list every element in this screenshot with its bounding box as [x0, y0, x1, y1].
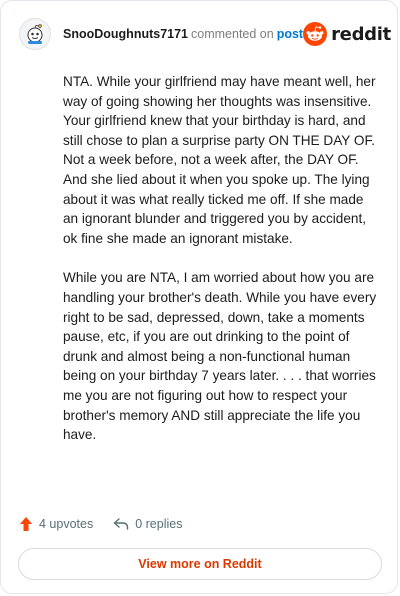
commented-on-text: commented on: [191, 26, 274, 41]
replies-count: 0 replies: [135, 517, 183, 531]
comment-footer: 4 upvotes 0 replies: [19, 513, 182, 535]
avatar[interactable]: [19, 18, 51, 50]
reddit-logo[interactable]: reddit: [303, 22, 391, 46]
snoo-avatar-icon: [27, 24, 43, 44]
reply-arrow-icon: [114, 518, 129, 530]
comment-header: SnooDoughnuts7171 commented on post reddit: [19, 17, 391, 51]
comment-embed-card: SnooDoughnuts7171 commented on post reddit…: [0, 0, 398, 594]
comment-body: NTA. While your girlfriend may have mean…: [63, 72, 381, 465]
comment-paragraph-2: While you are NTA, I am worried about ho…: [63, 270, 377, 443]
comment-meta: SnooDoughnuts7171 commented on post: [63, 28, 303, 41]
reddit-wordmark: reddit: [331, 23, 391, 45]
view-more-on-reddit-button[interactable]: View more on Reddit: [18, 548, 382, 580]
post-link[interactable]: post: [277, 27, 303, 41]
replies-stat[interactable]: 0 replies: [113, 517, 182, 531]
upvotes-stat[interactable]: 4 upvotes: [19, 516, 93, 532]
comment-paragraph-1: NTA. While your girlfriend may have mean…: [63, 74, 376, 246]
upvotes-count: 4 upvotes: [39, 517, 94, 531]
reddit-snoo-icon: [303, 22, 328, 46]
upvote-arrow-icon: [20, 517, 32, 531]
username-link[interactable]: SnooDoughnuts7171: [63, 27, 188, 41]
